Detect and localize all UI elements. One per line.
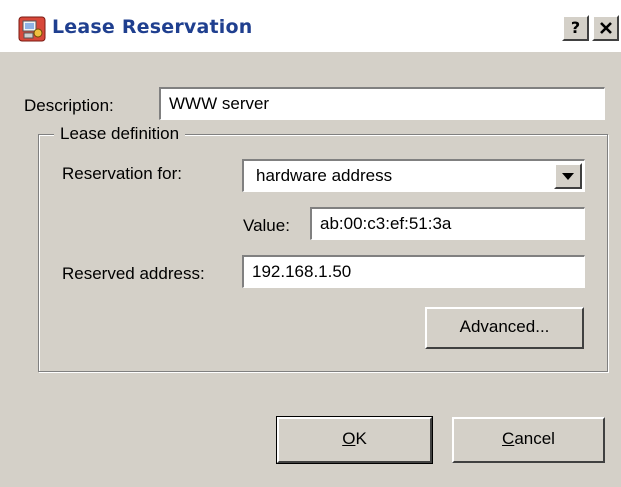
value-label: Value:: [243, 216, 290, 235]
reserved-address-input[interactable]: 192.168.1.50: [242, 255, 585, 288]
help-button[interactable]: ?: [562, 15, 589, 41]
title-bar[interactable]: Lease Reservation ?: [0, 0, 621, 52]
description-input[interactable]: WWW server: [159, 87, 605, 120]
ok-mnemonic: O: [342, 429, 356, 448]
cancel-button[interactable]: Cancel: [452, 417, 605, 463]
ok-label-rest: K: [355, 429, 367, 448]
window-title: Lease Reservation: [52, 16, 253, 38]
hardware-address-input[interactable]: ab:00:c3:ef:51:3a: [310, 207, 585, 240]
reservation-for-value: hardware address: [256, 166, 393, 185]
cancel-mnemonic: C: [502, 429, 515, 448]
cancel-label-rest: ancel: [514, 429, 555, 448]
description-label: Description:: [24, 96, 114, 115]
chevron-down-icon: [562, 173, 574, 180]
close-button[interactable]: [592, 15, 619, 41]
dropdown-arrow-button[interactable]: [554, 163, 582, 189]
ok-button[interactable]: OK: [276, 416, 433, 464]
advanced-button[interactable]: Advanced...: [425, 307, 584, 349]
server-app-icon: [18, 16, 46, 42]
reservation-for-select[interactable]: hardware address: [242, 159, 585, 192]
reserved-address-label: Reserved address:: [62, 264, 205, 283]
lease-definition-label: Lease definition: [54, 124, 186, 144]
reservation-for-label: Reservation for:: [62, 164, 182, 183]
close-icon: [599, 22, 612, 34]
lease-reservation-dialog: Lease Reservation ? Description: WWW ser…: [0, 0, 621, 487]
